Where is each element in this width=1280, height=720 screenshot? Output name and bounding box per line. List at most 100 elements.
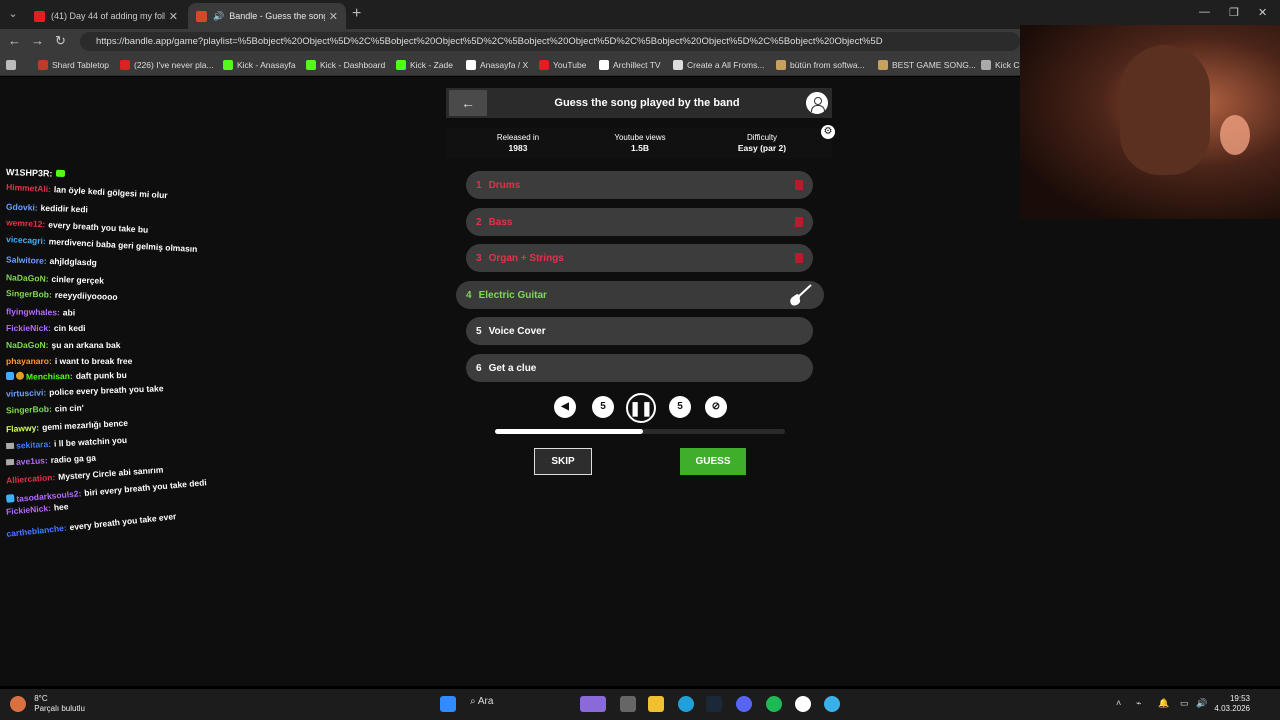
bookmark-icon — [120, 60, 130, 70]
search-icon: ⌕ — [470, 696, 476, 707]
chat-text: lan öyle kedi gölgesi mi olur — [53, 184, 168, 201]
back-button[interactable]: ← — [449, 90, 487, 116]
weather-widget[interactable]: 8°C Parçalı bulutlu — [10, 694, 85, 714]
reload-icon[interactable]: ↻ — [55, 33, 66, 49]
track-row-bass[interactable]: 2 Bass — [466, 208, 813, 236]
maximize-icon[interactable]: ❐ — [1229, 6, 1239, 19]
spotify-icon[interactable] — [766, 696, 782, 712]
back-icon[interactable]: ← — [8, 33, 21, 48]
windows-start-icon[interactable] — [440, 696, 456, 712]
bookmark-item[interactable]: Kick - Dashboard — [306, 58, 385, 72]
chat-text: Mystery Circle abi sanırım — [57, 464, 164, 482]
badge-icon — [5, 442, 15, 450]
track-number: 1 — [476, 179, 482, 191]
bookmark-item[interactable]: Archillect TV — [599, 58, 661, 72]
discord-icon[interactable] — [736, 696, 752, 712]
file-explorer-icon[interactable] — [648, 696, 664, 712]
info-value: 1983 — [508, 143, 528, 153]
forward-label: 5 — [677, 401, 683, 412]
track-row-drums[interactable]: 1 Drums — [466, 171, 813, 199]
volume-icon[interactable]: 🔊 — [1196, 698, 1207, 709]
close-window-icon[interactable]: ✕ — [1258, 6, 1267, 19]
taskbar-search[interactable]: ⌕ Ara — [470, 696, 493, 707]
bookmark-item[interactable]: BEST GAME SONG... — [878, 58, 976, 72]
chat-username: NaDaGoN: — [5, 272, 49, 284]
info-value: Easy (par 2) — [737, 143, 787, 153]
weather-icon — [10, 696, 26, 712]
taskbar: 8°C Parçalı bulutlu ⌕ Ara ˄ ⌁ 🔔 ▭ 🔊 19:5… — [0, 689, 1280, 720]
webcam-light — [1220, 115, 1250, 155]
bookmark-item[interactable]: Kick Ch — [981, 58, 1024, 72]
unreal-icon[interactable] — [795, 696, 811, 712]
track-name: Get a clue — [488, 362, 537, 374]
chat-text: ahjldglasdg — [49, 255, 98, 268]
bookmark-item[interactable]: Create a All Froms... — [673, 58, 764, 72]
network-icon[interactable]: ⌁ — [1136, 698, 1141, 709]
chevron-up-icon[interactable]: ˄ — [1116, 698, 1121, 708]
bookmark-item[interactable]: (226) I've never pla... — [120, 58, 214, 72]
bookmark-icon — [223, 60, 233, 70]
speaker-icon[interactable]: 🔊 — [213, 11, 224, 22]
display-icon[interactable]: ▭ — [1180, 698, 1189, 709]
playback-progress-bar[interactable] — [495, 429, 785, 434]
profile-button[interactable] — [804, 90, 830, 116]
forward-icon[interactable]: → — [31, 33, 44, 48]
url-input[interactable]: https://bandle.app/game?playlist=%5Bobje… — [80, 32, 1020, 51]
bookmark-item[interactable]: Anasayfa / X — [466, 58, 528, 72]
previous-icon[interactable]: ◀ — [554, 396, 576, 418]
skip-button[interactable]: SKIP — [534, 448, 592, 475]
new-tab-icon[interactable]: + — [352, 5, 361, 23]
minimize-icon[interactable]: — — [1199, 6, 1210, 18]
edge-icon[interactable] — [678, 696, 694, 712]
chat-username: wemre12: — [5, 217, 46, 230]
chat-text: police every breath you take — [49, 383, 164, 398]
clock[interactable]: 19:53 4.03.2026 — [1214, 694, 1250, 714]
badge-icon — [5, 494, 15, 503]
chat-username: Menchisan: — [25, 370, 73, 382]
rewind-5-button[interactable]: 5 — [592, 396, 614, 418]
tab-youtube[interactable]: (41) Day 44 of adding my follower ✕ — [26, 3, 186, 29]
bookmark-label: Kick - Zade — [410, 60, 453, 70]
bookmark-item[interactable]: Kick - Zade — [396, 58, 453, 72]
badge-icon — [5, 458, 15, 466]
close-tab-icon[interactable]: ✕ — [329, 10, 338, 23]
bookmark-item[interactable]: Kick - Anasayfa — [223, 58, 296, 72]
chat-message: phayanaro: i want to break free — [6, 356, 132, 366]
track-number: 3 — [476, 252, 482, 264]
bookmark-item[interactable]: Shard Tabletop — [38, 58, 109, 72]
widgets-icon[interactable] — [580, 696, 606, 712]
close-tab-icon[interactable]: ✕ — [169, 10, 178, 23]
track-row-voice[interactable]: 5 Voice Cover — [466, 317, 813, 345]
chat-text: cin kedi — [53, 323, 86, 333]
track-row-clue[interactable]: 6 Get a clue — [466, 354, 813, 382]
chat-message: W1SHP3R: — [6, 167, 65, 179]
chat-message: ave1us: radio ga ga — [5, 453, 96, 468]
guess-button[interactable]: GUESS — [680, 448, 746, 475]
tab-list-icon[interactable]: ⌄ — [6, 7, 20, 21]
chat-message: flyingwhales: abi — [6, 306, 75, 317]
chat-username: SingerBob: — [5, 288, 52, 300]
tab-bandle[interactable]: 🔊 Bandle - Guess the song, one ✕ — [188, 3, 346, 29]
track-row-guitar[interactable]: 4 Electric Guitar — [456, 281, 824, 309]
notification-icon[interactable]: 🔔 — [1158, 698, 1169, 709]
bookmark-icon — [878, 60, 888, 70]
chat-username: ave1us: — [15, 455, 48, 467]
gear-icon[interactable]: ⚙ — [821, 125, 835, 139]
bookmark-item[interactable]: bütün from softwa... — [776, 58, 865, 72]
chat-text: i ll be watchin you — [53, 434, 128, 449]
badge-icon — [5, 371, 15, 381]
task-view-icon[interactable] — [620, 696, 636, 712]
chat-username: virtuscivi: — [5, 387, 47, 399]
track-row-organ[interactable]: 3 Organ + Strings — [466, 244, 813, 272]
chat-message: wemre12: every breath you take bu — [6, 217, 149, 234]
bookmarks-menu-icon[interactable] — [6, 58, 20, 72]
info-released: Released in 1983 — [458, 133, 578, 153]
bookmark-item[interactable]: YouTube — [539, 58, 586, 72]
chat-username: vicecagri: — [5, 233, 47, 247]
mute-icon[interactable]: ⊘ — [705, 396, 727, 418]
pause-button[interactable]: ❚❚ — [626, 393, 656, 423]
steam-icon[interactable] — [706, 696, 722, 712]
forward-5-button[interactable]: 5 — [669, 396, 691, 418]
app-icon[interactable] — [824, 696, 840, 712]
track-name: Drums — [488, 179, 521, 191]
